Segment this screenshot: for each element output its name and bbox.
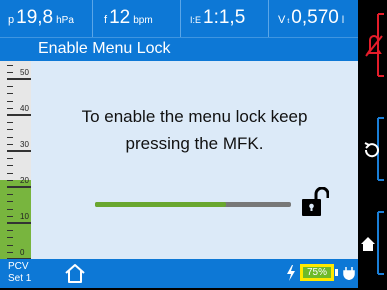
title-bar: Enable Menu Lock <box>0 37 358 61</box>
scale-minor-tick <box>7 71 13 73</box>
page-title: Enable Menu Lock <box>38 40 171 57</box>
mode-set: Set 1 <box>8 273 32 284</box>
volume-symbol: V <box>278 14 286 26</box>
scale-major-tick <box>7 222 31 224</box>
frequency-unit: bpm <box>133 15 153 26</box>
home-icon <box>65 264 85 283</box>
scale-minor-tick <box>7 244 13 246</box>
power-status: 75% <box>286 264 356 281</box>
scale-minor-tick <box>7 143 13 145</box>
mode-name: PCV <box>8 261 29 272</box>
scale-minor-tick <box>7 86 13 88</box>
ie-ratio-value: 1:1,5 <box>203 7 246 28</box>
battery-percent: 75% <box>303 267 331 278</box>
scale-minor-tick <box>7 208 13 210</box>
undo-icon <box>364 117 384 181</box>
ventilation-mode[interactable]: PCV Set 1 <box>8 261 31 285</box>
mains-plug-icon <box>343 266 355 280</box>
alarm-off-icon <box>365 13 384 77</box>
scale-minor-tick <box>7 251 13 253</box>
frequency-value: 12 <box>109 7 131 28</box>
home-side-button[interactable] <box>358 208 387 286</box>
message-line-2: pressing the MFK. <box>125 134 264 153</box>
device-screen: p 19,8 hPa f 12 bpm I:E 1:1,5 V t 0,570 … <box>0 0 387 288</box>
lock-progress-bar <box>95 202 291 207</box>
volume-unit: l <box>341 15 345 26</box>
scale-major-tick <box>7 114 31 116</box>
ie-ratio-symbol: I:E <box>190 15 202 25</box>
pressure-scale: 50 40 30 20 10 0 <box>0 61 31 260</box>
scale-minor-tick <box>7 215 13 217</box>
divider <box>180 0 181 37</box>
volume-value: 0,570 <box>291 7 339 28</box>
scale-minor-tick <box>7 100 13 102</box>
back-button[interactable] <box>358 114 387 192</box>
lock-progress-fill <box>95 202 227 207</box>
scale-label: 50 <box>20 68 29 77</box>
ie-ratio-readout: I:E 1:1,5 <box>190 0 245 37</box>
scale-label: 0 <box>20 248 25 257</box>
divider <box>92 0 93 37</box>
message-line-1: To enable the menu lock keep <box>81 107 308 126</box>
scale-minor-tick <box>7 107 13 109</box>
scale-minor-tick <box>7 230 13 232</box>
scale-minor-tick <box>7 93 13 95</box>
divider <box>268 0 269 37</box>
pressure-readout: p 19,8 hPa <box>8 0 74 37</box>
alarm-silence-button[interactable] <box>358 10 387 88</box>
dialog-panel: To enable the menu lock keep pressing th… <box>31 61 358 259</box>
scale-major-tick <box>7 150 31 152</box>
scale-minor-tick <box>7 201 13 203</box>
scale-minor-tick <box>7 172 13 174</box>
unlocked-padlock-icon <box>301 186 330 222</box>
home-icon <box>361 211 384 275</box>
scale-minor-tick <box>7 165 13 167</box>
instruction-message: To enable the menu lock keep pressing th… <box>31 103 358 157</box>
scale-minor-tick <box>7 158 13 160</box>
home-button[interactable] <box>63 262 87 285</box>
frequency-readout: f 12 bpm <box>104 0 153 37</box>
scale-label: 10 <box>20 212 29 221</box>
scale-minor-tick <box>7 122 13 124</box>
scale-major-tick <box>7 78 31 80</box>
battery-tip <box>335 269 338 276</box>
pressure-unit: hPa <box>56 15 74 26</box>
pressure-value: 19,8 <box>16 7 54 28</box>
battery-indicator: 75% <box>300 264 334 281</box>
scale-minor-tick <box>7 179 13 181</box>
scale-major-tick <box>7 186 31 188</box>
frequency-symbol: f <box>104 14 108 26</box>
scale-label: 40 <box>20 104 29 113</box>
status-bar: PCV Set 1 75% <box>0 259 358 288</box>
pressure-symbol: p <box>8 14 15 26</box>
scale-minor-tick <box>7 237 13 239</box>
scale-label: 30 <box>20 140 29 149</box>
parameter-bar: p 19,8 hPa f 12 bpm I:E 1:1,5 V t 0,570 … <box>0 0 358 37</box>
scale-label: 20 <box>20 176 29 185</box>
scale-minor-tick <box>7 136 13 138</box>
volume-readout: V t 0,570 l <box>278 0 344 37</box>
volume-subscript: t <box>287 18 290 25</box>
scale-minor-tick <box>7 129 13 131</box>
scale-minor-tick <box>7 194 13 196</box>
charging-bolt-icon <box>287 264 295 281</box>
scale-minor-tick <box>7 64 13 66</box>
